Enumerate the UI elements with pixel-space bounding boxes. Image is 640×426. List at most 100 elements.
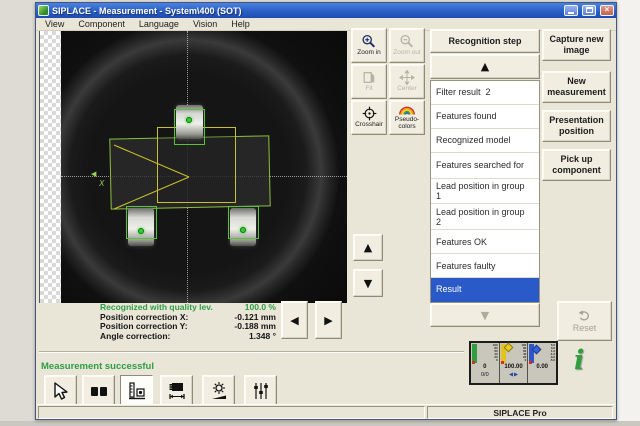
pick-up-component-button[interactable]: Pick up component bbox=[542, 149, 611, 181]
component-dimension-icon bbox=[167, 381, 187, 401]
capture-new-image-button[interactable]: Capture new image bbox=[542, 29, 611, 61]
center-icon bbox=[399, 70, 415, 85]
image-panel: ◀ X bbox=[39, 31, 346, 303]
status-message: Measurement successful bbox=[41, 361, 154, 372]
scroll-down-button[interactable]: ▼ bbox=[353, 269, 383, 297]
pointer-tool-button[interactable] bbox=[44, 375, 77, 406]
app-icon bbox=[38, 5, 49, 16]
gauge-ticks: 100 80 60 40 20 0 bbox=[493, 344, 498, 363]
new-measurement-button[interactable]: New measurement bbox=[542, 71, 611, 103]
illumination-tool-button[interactable] bbox=[202, 375, 235, 406]
lead-center-dot-bottom-left bbox=[138, 228, 144, 234]
maximize-button[interactable] bbox=[582, 5, 596, 16]
x-axis-label: X bbox=[99, 179, 104, 188]
menu-vision[interactable]: Vision bbox=[186, 18, 224, 30]
component-dimension-tool-button[interactable] bbox=[160, 375, 193, 406]
fit-label: Fit bbox=[365, 86, 372, 93]
balance-icon bbox=[509, 372, 518, 377]
center-button[interactable]: Center bbox=[389, 64, 425, 99]
measure-icon bbox=[127, 381, 147, 401]
fit-icon bbox=[362, 70, 376, 85]
center-label: Center bbox=[397, 86, 417, 93]
camera-image[interactable]: ◀ X bbox=[61, 31, 347, 303]
product-name: SIPLACE Pro bbox=[493, 408, 546, 418]
zoom-in-label: Zoom in bbox=[357, 50, 380, 57]
app-window: SIPLACE - Measurement - System\400 (SOT)… bbox=[35, 2, 617, 420]
fit-button[interactable]: Fit bbox=[351, 64, 387, 99]
gauge-ticks: 100 80 60 40 20 0 bbox=[521, 344, 526, 363]
undo-arrow-icon bbox=[577, 310, 592, 322]
list-item-filter-result[interactable]: Filter result 2 bbox=[431, 81, 539, 105]
zoom-out-button[interactable]: Zoom out bbox=[389, 28, 425, 63]
pseudo-colors-button[interactable]: Pseudo-colors bbox=[389, 100, 425, 135]
measurement-gauges: 100 80 60 40 20 0 0 0/0 100 80 60 40 20 … bbox=[469, 341, 558, 385]
desktop-margin-bottom bbox=[0, 421, 640, 426]
component-tool-button[interactable] bbox=[82, 375, 115, 406]
desktop-margin-right bbox=[617, 0, 640, 426]
angle-label: Angle correction: bbox=[100, 332, 170, 342]
menu-language[interactable]: Language bbox=[132, 18, 186, 30]
zoom-out-label: Zoom out bbox=[393, 50, 420, 57]
presentation-position-button[interactable]: Presentation position bbox=[542, 110, 611, 142]
close-button[interactable]: × bbox=[600, 5, 614, 16]
list-item-features-ok[interactable]: Features OK bbox=[431, 230, 539, 254]
title-bar[interactable]: SIPLACE - Measurement - System\400 (SOT)… bbox=[36, 3, 616, 18]
status-bar-cell-left bbox=[38, 406, 425, 419]
lead-outline-bottom-left bbox=[126, 206, 157, 239]
recognition-scroll-down-button[interactable]: ▼ bbox=[430, 303, 540, 327]
list-item-lead-group-2[interactable]: Lead position in group 2 bbox=[431, 204, 539, 230]
zoom-in-button[interactable]: Zoom in bbox=[351, 28, 387, 63]
list-item-features-searched[interactable]: Features searched for bbox=[431, 153, 539, 179]
gauge-deviation: 5.0 3.0 1.0 -1.0 -3.0 -5.0 0.00 bbox=[528, 343, 556, 383]
gauge-count: 100 80 60 40 20 0 0 0/0 bbox=[471, 343, 500, 383]
measurement-tool-button[interactable] bbox=[120, 375, 153, 406]
down-arrow-icon: ▼ bbox=[481, 310, 489, 321]
lead-outline-bottom-right bbox=[228, 206, 259, 239]
gauge-sub-reading bbox=[500, 372, 528, 379]
model-vector-overlay bbox=[61, 31, 347, 303]
reset-button[interactable]: Reset bbox=[557, 301, 612, 341]
list-item-features-found[interactable]: Features found bbox=[431, 105, 539, 129]
menu-help[interactable]: Help bbox=[224, 18, 257, 30]
status-bar-cell-product: SIPLACE Pro bbox=[427, 406, 613, 419]
crosshair-button[interactable]: Crosshair bbox=[351, 100, 387, 135]
list-item-recognized-model[interactable]: Recognized model bbox=[431, 129, 539, 153]
menu-component[interactable]: Component bbox=[71, 18, 132, 30]
gauge-ticks: 5.0 3.0 1.0 -1.0 -3.0 -5.0 bbox=[550, 344, 555, 363]
reset-label: Reset bbox=[573, 323, 597, 333]
gauge-sub-reading: 0/0 bbox=[471, 372, 499, 378]
illumination-icon bbox=[209, 381, 229, 401]
adjust-sliders-icon bbox=[251, 381, 271, 401]
scroll-up-button[interactable]: ▲ bbox=[353, 234, 383, 261]
recognition-scroll-up-button[interactable]: ▲ bbox=[430, 54, 540, 79]
next-step-button[interactable]: ▶ bbox=[315, 301, 342, 339]
minimize-button[interactable] bbox=[564, 5, 578, 16]
adjust-sliders-tool-button[interactable] bbox=[244, 375, 277, 406]
up-arrow-icon: ▲ bbox=[481, 61, 489, 72]
measurement-result: Recognized with quality lev. 100.0 % Pos… bbox=[100, 303, 276, 341]
zoom-in-icon bbox=[361, 34, 377, 49]
lead-center-dot-bottom-right bbox=[240, 227, 246, 233]
lead-outline-top bbox=[174, 109, 205, 145]
right-arrow-icon: ▶ bbox=[324, 315, 332, 326]
gauge-reading: 100.00 bbox=[500, 364, 528, 370]
pointer-icon bbox=[51, 381, 71, 401]
list-item-features-faulty[interactable]: Features faulty bbox=[431, 254, 539, 278]
list-item-result[interactable]: Result bbox=[431, 278, 539, 302]
up-arrow-icon: ▲ bbox=[364, 242, 372, 253]
gauge-reading: 0 bbox=[471, 364, 499, 370]
minimize-icon bbox=[568, 12, 574, 14]
transparency-checker bbox=[40, 31, 61, 303]
list-item-lead-group-1[interactable]: Lead position in group 1 bbox=[431, 179, 539, 205]
pseudo-colors-label: Pseudo-colors bbox=[390, 117, 424, 131]
lead-center-dot-top bbox=[186, 117, 192, 123]
previous-step-button[interactable]: ◀ bbox=[281, 301, 308, 339]
crosshair-icon bbox=[362, 106, 377, 121]
maximize-icon bbox=[586, 7, 593, 13]
left-arrow-icon: ◀ bbox=[290, 315, 298, 326]
gauge-quality: 100 80 60 40 20 0 100.00 bbox=[500, 343, 529, 383]
gauge-reading: 0.00 bbox=[528, 364, 556, 370]
info-icon[interactable]: i bbox=[574, 347, 584, 374]
separator-line bbox=[39, 351, 464, 353]
menu-view[interactable]: View bbox=[38, 18, 71, 30]
